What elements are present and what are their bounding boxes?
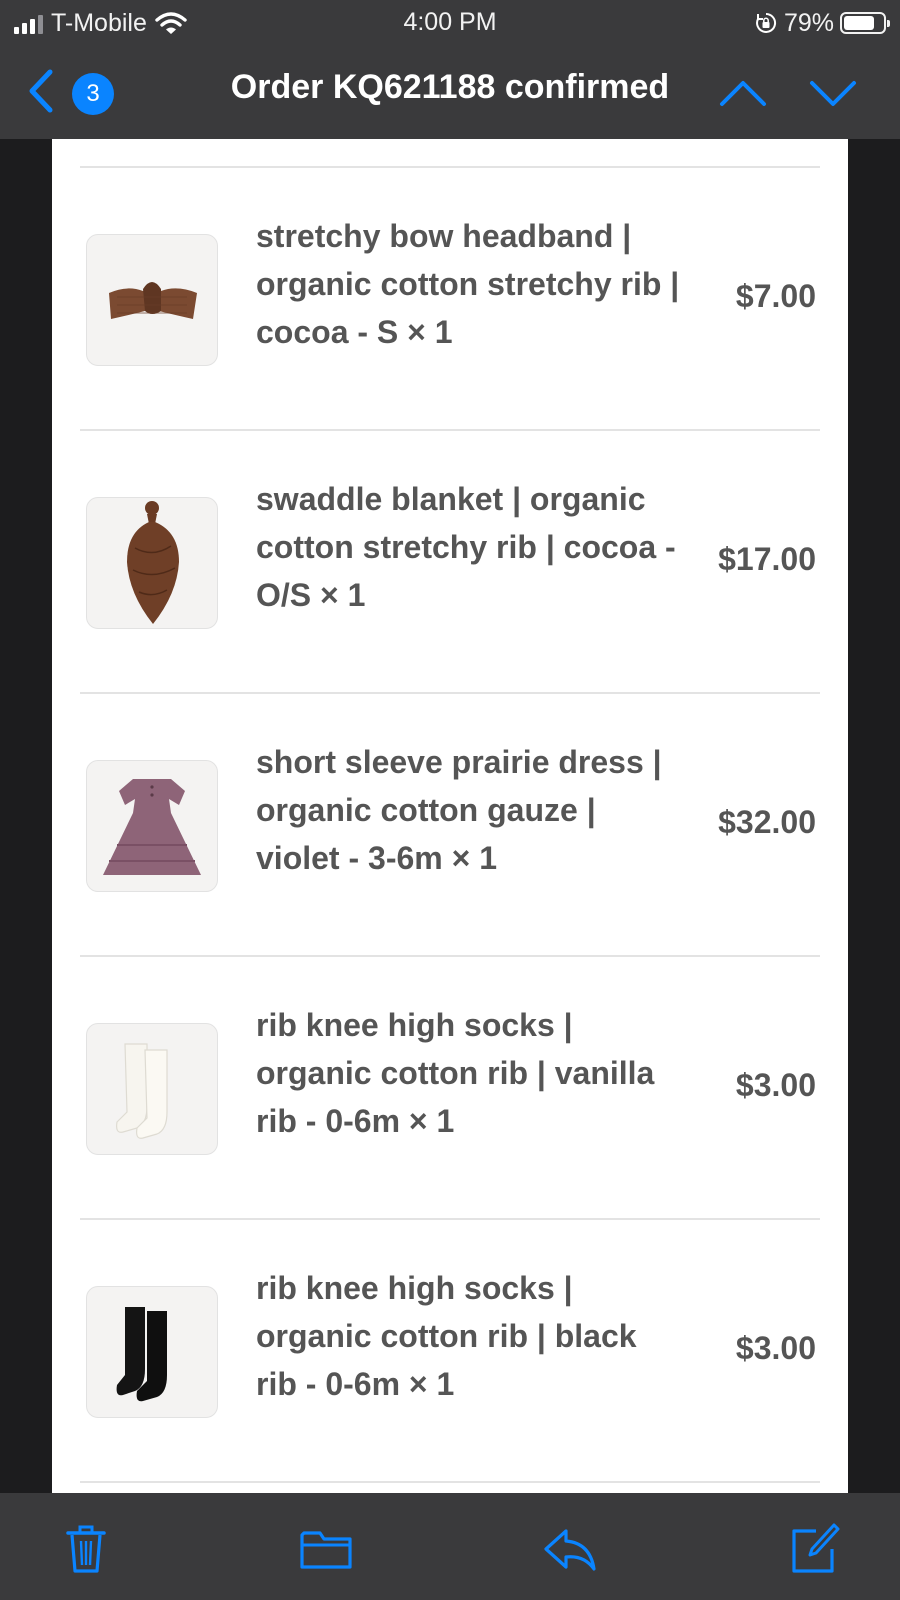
order-item: short sleeve prairie dress | organic cot… xyxy=(52,694,848,956)
compose-icon[interactable] xyxy=(786,1521,842,1577)
order-item: rib knee high socks | organic cotton rib… xyxy=(52,957,848,1219)
item-price: $3.00 xyxy=(735,1067,816,1103)
battery-icon xyxy=(840,12,890,34)
dress-image xyxy=(86,760,218,892)
order-item: rib knee high socks | organic cotton rib… xyxy=(52,1220,848,1482)
chevron-left-icon[interactable] xyxy=(24,66,60,116)
item-price: $17.00 xyxy=(718,541,816,577)
order-item: swaddle blanket | organic cotton stretch… xyxy=(52,431,848,693)
item-price: $32.00 xyxy=(718,804,816,840)
item-price: $3.00 xyxy=(735,1330,816,1366)
battery-fill xyxy=(844,16,874,30)
white-socks-image xyxy=(86,1023,218,1155)
item-title: short sleeve prairie dress | organic cot… xyxy=(256,744,662,876)
trash-icon[interactable] xyxy=(58,1521,114,1577)
unread-count-badge[interactable]: 3 xyxy=(72,73,114,115)
email-body[interactable]: stretchy bow headband | organic cotton s… xyxy=(52,139,848,1493)
item-price: $7.00 xyxy=(735,278,816,314)
black-socks-image xyxy=(86,1286,218,1418)
folder-icon[interactable] xyxy=(298,1521,354,1577)
item-title: stretchy bow headband | organic cotton s… xyxy=(256,218,680,350)
divider xyxy=(80,1481,820,1483)
order-item: stretchy bow headband | organic cotton s… xyxy=(52,168,848,430)
swaddle-image xyxy=(86,497,218,629)
item-title: rib knee high socks | organic cotton rib… xyxy=(256,1270,637,1402)
rotation-lock-icon xyxy=(756,12,776,33)
battery-percent: 79% xyxy=(783,8,834,37)
reply-icon[interactable] xyxy=(542,1521,598,1577)
nav-bar: 3 Order KQ621188 confirmed xyxy=(0,46,900,139)
chevron-up-icon[interactable] xyxy=(718,76,768,110)
headband-image xyxy=(86,234,218,366)
bottom-toolbar xyxy=(0,1493,900,1600)
status-bar: T-Mobile 4:00 PM 79% xyxy=(0,0,900,46)
item-title: swaddle blanket | organic cotton stretch… xyxy=(256,481,676,613)
message-subject-title: Order KQ621188 confirmed xyxy=(230,68,670,106)
chevron-down-icon[interactable] xyxy=(808,76,858,110)
item-title: rib knee high socks | organic cotton rib… xyxy=(256,1007,655,1139)
